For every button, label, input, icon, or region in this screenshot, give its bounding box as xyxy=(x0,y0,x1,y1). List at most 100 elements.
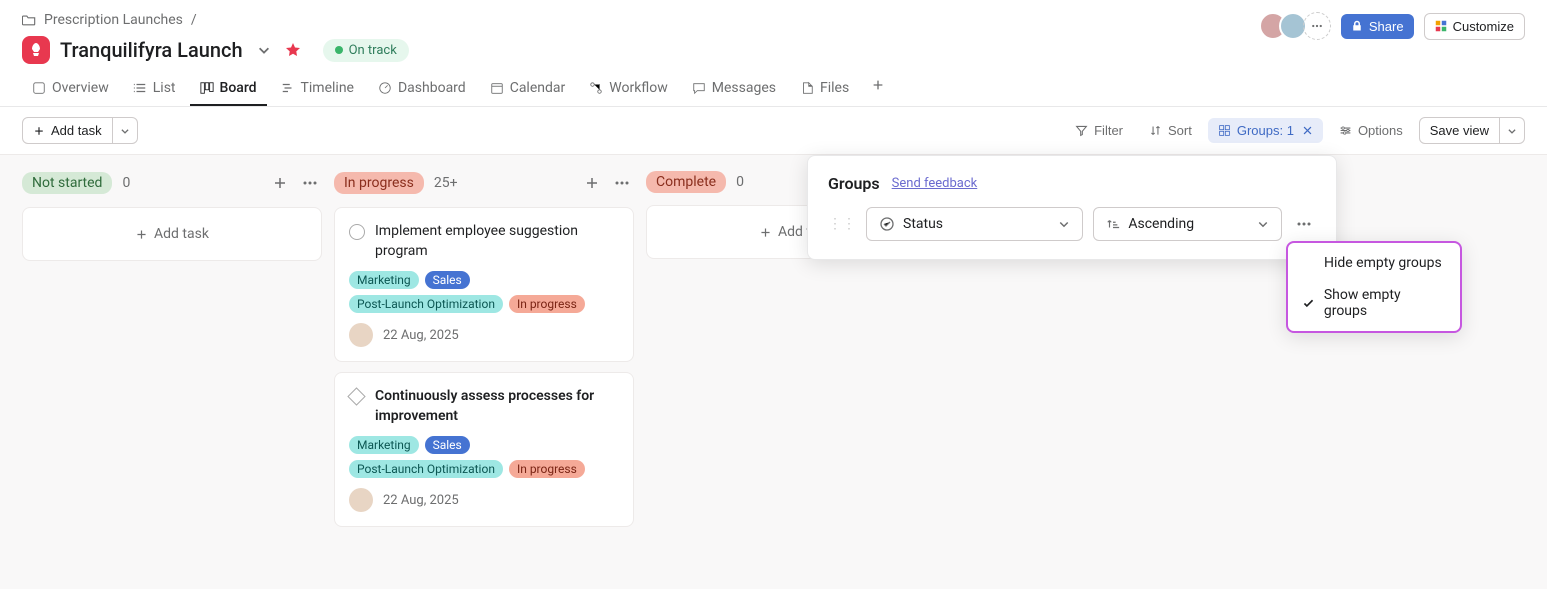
ellipsis-icon xyxy=(614,175,630,191)
files-icon xyxy=(800,81,814,95)
add-task-text: Add task xyxy=(154,226,209,242)
group-by-select[interactable]: Status xyxy=(866,207,1083,241)
overview-icon xyxy=(32,81,46,95)
ellipsis-icon xyxy=(1311,20,1323,32)
due-date: 22 Aug, 2025 xyxy=(383,493,459,508)
popover-more-button[interactable] xyxy=(1292,212,1316,236)
rocket-icon xyxy=(28,42,44,58)
check-icon xyxy=(1302,297,1316,310)
column-pill[interactable]: Not started xyxy=(22,172,112,194)
plus-icon xyxy=(33,125,45,137)
tab-workflow[interactable]: Workflow xyxy=(579,72,678,106)
dashboard-icon xyxy=(378,81,392,95)
column-add-button[interactable] xyxy=(268,171,292,195)
chevron-down-icon xyxy=(1507,126,1517,136)
tag[interactable]: Sales xyxy=(425,271,470,289)
tabs: Overview List Board Timeline Dashboard C… xyxy=(0,64,1547,107)
add-task-placeholder[interactable]: Add task xyxy=(22,207,322,261)
save-view-button[interactable]: Save view xyxy=(1419,117,1500,144)
filter-icon xyxy=(1075,124,1088,137)
ascending-icon xyxy=(1106,217,1120,231)
tag[interactable]: Marketing xyxy=(349,271,419,289)
more-members-button[interactable] xyxy=(1303,12,1331,40)
column-add-button[interactable] xyxy=(580,171,604,195)
sort-label: Sort xyxy=(1168,123,1192,138)
drag-handle-icon[interactable]: ⋮⋮ xyxy=(828,216,856,232)
groups-icon xyxy=(1218,124,1231,137)
plus-icon xyxy=(135,228,148,241)
show-empty-groups-item[interactable]: Show empty groups xyxy=(1288,279,1460,327)
status-text: On track xyxy=(349,43,397,58)
options-button[interactable]: Options xyxy=(1329,118,1413,143)
tab-label: List xyxy=(153,80,176,96)
add-task-button[interactable]: Add task xyxy=(22,117,113,144)
tag[interactable]: Marketing xyxy=(349,436,419,454)
tab-dashboard[interactable]: Dashboard xyxy=(368,72,476,106)
empty-groups-menu: Hide empty groups Show empty groups xyxy=(1286,241,1462,333)
groups-button[interactable]: Groups: 1 xyxy=(1208,118,1323,143)
lock-icon xyxy=(1351,20,1363,32)
add-task-dropdown[interactable] xyxy=(113,117,138,144)
sort-icon xyxy=(1149,124,1162,137)
tab-label: Calendar xyxy=(510,80,566,96)
status-badge[interactable]: On track xyxy=(323,39,409,62)
save-view-dropdown[interactable] xyxy=(1500,117,1525,144)
tag[interactable]: Post-Launch Optimization xyxy=(349,460,503,478)
tab-calendar[interactable]: Calendar xyxy=(480,72,576,106)
tag[interactable]: In progress xyxy=(509,460,585,478)
add-task-label: Add task xyxy=(51,123,102,138)
column-more-button[interactable] xyxy=(610,171,634,195)
options-label: Options xyxy=(1358,123,1403,138)
milestone-icon[interactable] xyxy=(347,387,365,405)
status-field-icon xyxy=(879,216,895,232)
tab-list[interactable]: List xyxy=(123,72,186,106)
column-pill[interactable]: In progress xyxy=(334,172,424,194)
folder-icon xyxy=(22,13,36,27)
tab-timeline[interactable]: Timeline xyxy=(271,72,364,106)
tab-board[interactable]: Board xyxy=(190,72,267,106)
complete-checkbox[interactable] xyxy=(349,224,365,240)
assignee-avatar[interactable] xyxy=(349,488,373,512)
add-tab-button[interactable] xyxy=(863,72,893,106)
groups-popover: Groups Send feedback ⋮⋮ Status Ascending xyxy=(807,155,1337,260)
column-pill[interactable]: Complete xyxy=(646,171,726,193)
tag[interactable]: Sales xyxy=(425,436,470,454)
tab-label: Workflow xyxy=(609,80,668,96)
filter-button[interactable]: Filter xyxy=(1065,118,1133,143)
column-more-button[interactable] xyxy=(298,171,322,195)
project-icon xyxy=(22,36,50,64)
task-card[interactable]: Implement employee suggestion program Ma… xyxy=(334,207,634,362)
tab-label: Dashboard xyxy=(398,80,466,96)
tag[interactable]: In progress xyxy=(509,295,585,313)
task-card[interactable]: Continuously assess processes for improv… xyxy=(334,372,634,527)
tab-files[interactable]: Files xyxy=(790,72,859,106)
chevron-down-icon xyxy=(1257,218,1269,230)
breadcrumb-parent[interactable]: Prescription Launches xyxy=(44,12,183,28)
workflow-icon xyxy=(589,81,603,95)
tab-label: Files xyxy=(820,80,849,96)
sort-direction-select[interactable]: Ascending xyxy=(1093,207,1282,241)
status-dot-icon xyxy=(335,46,343,54)
chevron-down-icon xyxy=(120,126,130,136)
plus-icon xyxy=(871,78,885,92)
project-dropdown-button[interactable] xyxy=(253,39,275,61)
clear-groups-button[interactable] xyxy=(1302,125,1313,136)
due-date: 22 Aug, 2025 xyxy=(383,328,459,343)
sort-button[interactable]: Sort xyxy=(1139,118,1202,143)
send-feedback-link[interactable]: Send feedback xyxy=(892,176,978,191)
member-avatars[interactable] xyxy=(1267,12,1331,40)
project-title: Tranquilifyra Launch xyxy=(60,38,243,62)
favorite-button[interactable] xyxy=(285,42,301,58)
hide-empty-groups-item[interactable]: Hide empty groups xyxy=(1288,247,1460,279)
share-button[interactable]: Share xyxy=(1341,14,1414,39)
tab-overview[interactable]: Overview xyxy=(22,72,119,106)
tag[interactable]: Post-Launch Optimization xyxy=(349,295,503,313)
customize-button[interactable]: Customize xyxy=(1424,13,1525,40)
grid-icon xyxy=(1435,20,1447,32)
options-icon xyxy=(1339,124,1352,137)
star-icon xyxy=(285,42,301,58)
assignee-avatar[interactable] xyxy=(349,323,373,347)
tab-messages[interactable]: Messages xyxy=(682,72,786,106)
plus-icon xyxy=(759,226,772,239)
column-not-started: Not started 0 Add task xyxy=(22,171,322,573)
